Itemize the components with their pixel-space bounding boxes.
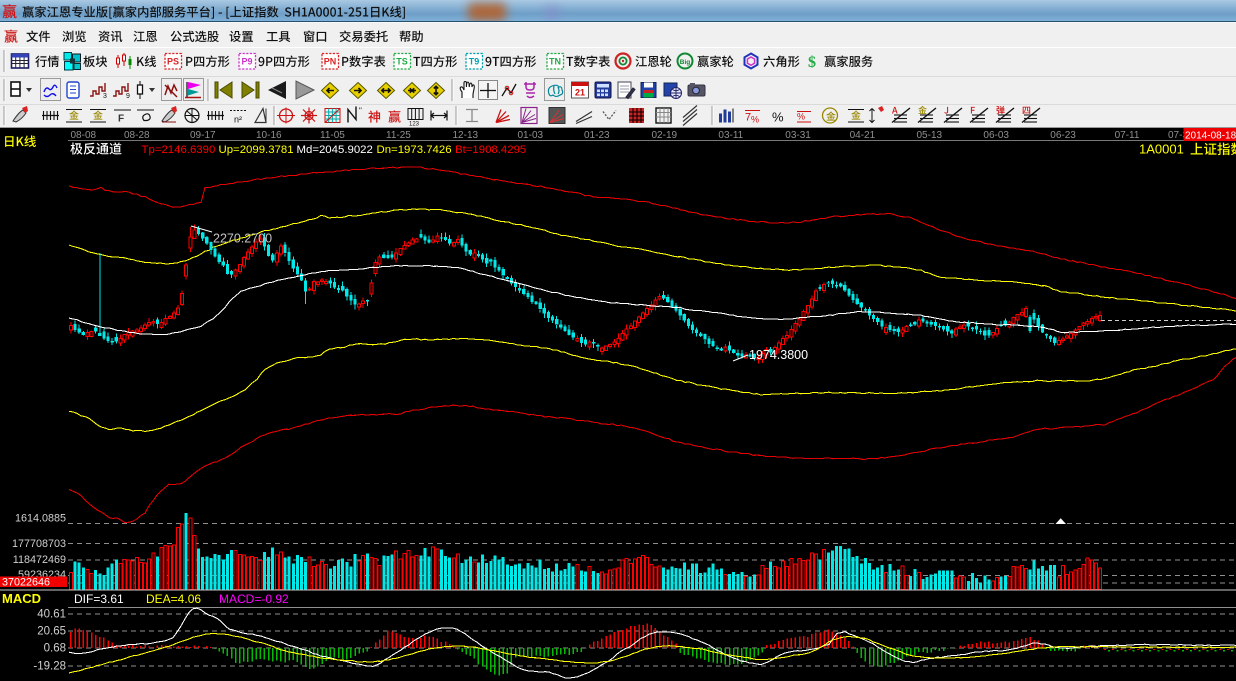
svg-text:40.61: 40.61 — [37, 609, 66, 621]
svg-text:PS: PS — [167, 57, 179, 67]
svg-text:09-17: 09-17 — [190, 130, 216, 141]
svg-text:%: % — [772, 110, 784, 125]
svg-text:MACD: MACD — [2, 591, 41, 606]
svg-text:1974.3800: 1974.3800 — [749, 348, 808, 362]
svg-text:Bt=1908.4295: Bt=1908.4295 — [455, 144, 526, 156]
svg-text:DEA=4.06: DEA=4.06 — [146, 592, 201, 606]
svg-text:37022646: 37022646 — [2, 577, 50, 589]
svg-text:20.65: 20.65 — [37, 626, 66, 638]
svg-text:1614.0885: 1614.0885 — [15, 513, 66, 525]
svg-text:07-11: 07-11 — [1115, 130, 1140, 141]
svg-text:Big: Big — [680, 59, 691, 66]
svg-text:08-08: 08-08 — [71, 130, 97, 141]
svg-text:06-23: 06-23 — [1050, 130, 1076, 141]
svg-text:Up=2099.3781: Up=2099.3781 — [219, 144, 294, 156]
svg-text:Dn=1973.7426: Dn=1973.7426 — [377, 144, 452, 156]
svg-text:118472469: 118472469 — [13, 554, 66, 566]
svg-text:0.68: 0.68 — [44, 643, 66, 655]
svg-text:177708703: 177708703 — [12, 538, 66, 550]
svg-text:11-25: 11-25 — [386, 130, 411, 141]
svg-text:F: F — [118, 114, 124, 125]
svg-text:-19.28: -19.28 — [33, 661, 66, 673]
svg-text:10-16: 10-16 — [256, 130, 282, 141]
svg-text:T9: T9 — [469, 57, 480, 67]
svg-text:03-31: 03-31 — [785, 130, 811, 141]
svg-text:PN: PN — [324, 57, 337, 67]
svg-text:%: % — [751, 115, 759, 125]
svg-text:2014-08-18: 2014-08-18 — [1185, 131, 1236, 142]
svg-text:P9: P9 — [241, 57, 252, 67]
svg-text:$: $ — [808, 54, 816, 71]
svg-text:DIF=3.61: DIF=3.61 — [74, 592, 124, 606]
svg-text:TS: TS — [396, 57, 408, 67]
svg-text:%: % — [797, 112, 805, 122]
svg-text:03-11: 03-11 — [718, 130, 743, 141]
svg-text:MACD=-0.92: MACD=-0.92 — [219, 592, 289, 606]
svg-text:01-03: 01-03 — [518, 130, 544, 141]
svg-text:": " — [359, 107, 362, 116]
svg-text:TN: TN — [549, 57, 561, 67]
svg-text:Md=2045.9022: Md=2045.9022 — [297, 144, 373, 156]
svg-text:3: 3 — [103, 93, 107, 100]
svg-text:02-19: 02-19 — [652, 130, 678, 141]
svg-text:21: 21 — [575, 88, 585, 98]
svg-text:n²: n² — [234, 115, 242, 125]
svg-text:1A0001: 1A0001 — [1139, 142, 1184, 157]
svg-text:01-23: 01-23 — [584, 130, 610, 141]
svg-text:04-21: 04-21 — [850, 130, 876, 141]
svg-text:9: 9 — [126, 93, 130, 100]
svg-text:05-13: 05-13 — [917, 130, 943, 141]
svg-text:2270.2700: 2270.2700 — [213, 232, 272, 246]
svg-text:11-05: 11-05 — [320, 130, 345, 141]
svg-text:Tp=2146.6390: Tp=2146.6390 — [142, 144, 216, 156]
svg-text:06-03: 06-03 — [983, 130, 1009, 141]
svg-text:08-28: 08-28 — [124, 130, 150, 141]
svg-text:12-13: 12-13 — [453, 130, 479, 141]
